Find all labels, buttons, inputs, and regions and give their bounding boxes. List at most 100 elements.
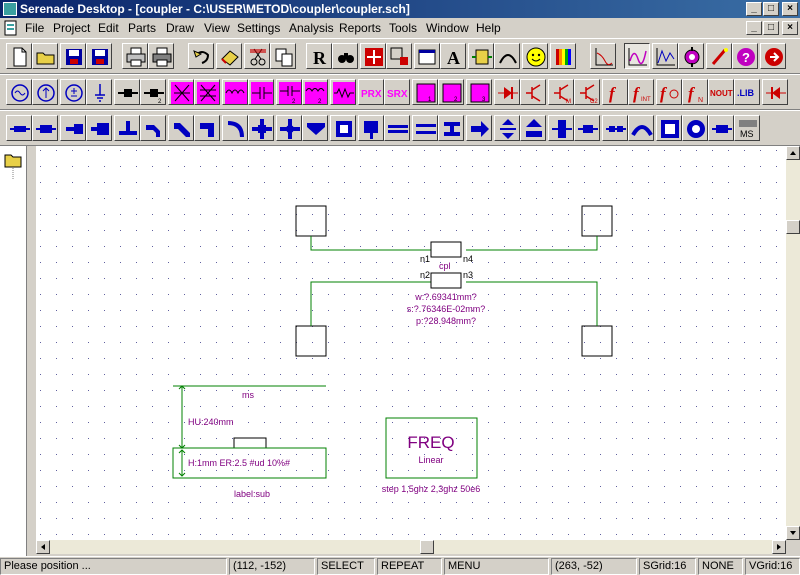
ms-tee2-button[interactable]: [520, 115, 546, 141]
function-button[interactable]: f: [602, 79, 628, 105]
ac-source-button[interactable]: [6, 79, 32, 105]
ms-step-button[interactable]: [60, 115, 86, 141]
help-button[interactable]: ?: [732, 43, 758, 69]
ms-ring-button[interactable]: [330, 115, 356, 141]
function-mult-button[interactable]: f: [656, 79, 682, 105]
minimize-button[interactable]: _: [746, 2, 762, 16]
menu-file[interactable]: File: [25, 21, 44, 35]
status-repeat[interactable]: REPEAT: [377, 558, 442, 575]
scroll-up-button[interactable]: [786, 146, 800, 160]
resistor-button[interactable]: R: [306, 43, 332, 69]
zoom-fit-button[interactable]: [360, 43, 386, 69]
block2-button[interactable]: 2: [438, 79, 464, 105]
menu-settings[interactable]: Settings: [237, 21, 280, 35]
ms-corner-button[interactable]: [194, 115, 220, 141]
vertical-scroll-thumb[interactable]: [786, 220, 800, 234]
close-button[interactable]: ×: [782, 2, 798, 16]
tune-button[interactable]: [706, 43, 732, 69]
ms-bend-button[interactable]: [140, 115, 166, 141]
status-menu[interactable]: MENU: [444, 558, 549, 575]
transistor-m-button[interactable]: M: [548, 79, 574, 105]
ms-cross2-button[interactable]: [276, 115, 302, 141]
open-file-button[interactable]: [32, 43, 58, 69]
child-minimize-button[interactable]: _: [746, 21, 762, 35]
graph-button[interactable]: [590, 43, 616, 69]
coupled-line2-button[interactable]: [194, 79, 220, 105]
menu-project[interactable]: Project: [53, 21, 90, 35]
ms-step2-button[interactable]: [86, 115, 112, 141]
menu-analysis[interactable]: Analysis: [289, 21, 334, 35]
print-setup-button[interactable]: [148, 43, 174, 69]
save-button[interactable]: [60, 43, 86, 69]
smiley-button[interactable]: [522, 43, 548, 69]
ms-taper-button[interactable]: [494, 115, 520, 141]
window-button[interactable]: [414, 43, 440, 69]
document-icon[interactable]: [3, 20, 19, 36]
diode-button[interactable]: [494, 79, 520, 105]
transistor-button[interactable]: [520, 79, 546, 105]
text-button[interactable]: A: [440, 43, 466, 69]
ms-arrow-button[interactable]: [466, 115, 492, 141]
coupler-line-bottom[interactable]: [430, 272, 462, 289]
scroll-right-button[interactable]: [772, 540, 786, 554]
ms-bend2-button[interactable]: [168, 115, 194, 141]
ms-line2-button[interactable]: [32, 115, 58, 141]
menu-edit[interactable]: Edit: [98, 21, 119, 35]
scroll-left-button[interactable]: [36, 540, 50, 554]
cut-button[interactable]: [244, 43, 270, 69]
ms-tee-button[interactable]: [114, 115, 140, 141]
two-port-labeled-button[interactable]: 2: [140, 79, 166, 105]
ms-ring2-button[interactable]: [682, 115, 708, 141]
copy-button[interactable]: [270, 43, 296, 69]
forward-button[interactable]: [760, 43, 786, 69]
ms-junction-button[interactable]: [302, 115, 328, 141]
new-file-button[interactable]: [6, 43, 32, 69]
horizontal-scrollbar[interactable]: [36, 540, 786, 554]
undo-button[interactable]: [188, 43, 214, 69]
arc-button[interactable]: [494, 43, 520, 69]
scroll-down-button[interactable]: [786, 526, 800, 540]
folder-icon[interactable]: [3, 151, 27, 181]
menu-draw[interactable]: Draw: [166, 21, 194, 35]
ms-open-button[interactable]: [358, 115, 384, 141]
function-int-button[interactable]: f INT: [628, 79, 654, 105]
eraser-button[interactable]: [216, 43, 242, 69]
function-n-button[interactable]: fN: [682, 79, 708, 105]
menu-parts[interactable]: Parts: [128, 21, 156, 35]
ms-line1-button[interactable]: [6, 115, 32, 141]
status-select[interactable]: SELECT: [317, 558, 375, 575]
capacitor2-button[interactable]: 2: [276, 79, 302, 105]
zoom-area-button[interactable]: [386, 43, 412, 69]
inductor2-button[interactable]: 2: [302, 79, 328, 105]
analysis-button[interactable]: [652, 43, 678, 69]
substrate-strip[interactable]: [233, 437, 267, 449]
ms-arc-button[interactable]: [628, 115, 654, 141]
project-tree-panel[interactable]: [0, 146, 27, 556]
ms-curve-button[interactable]: [222, 115, 248, 141]
srx-button[interactable]: SRX: [384, 79, 410, 105]
coupler-line-top[interactable]: [430, 241, 462, 258]
coupled-line-button[interactable]: [168, 79, 194, 105]
ms-short-button[interactable]: [602, 115, 628, 141]
ms-coupled-button[interactable]: [412, 115, 438, 141]
lib-button[interactable]: .LIB: [734, 79, 760, 105]
diode2-button[interactable]: [762, 79, 788, 105]
ms-stub-button[interactable]: [548, 115, 574, 141]
horizontal-scroll-thumb[interactable]: [420, 540, 434, 554]
ground-button[interactable]: [86, 79, 112, 105]
block1-button[interactable]: 1: [412, 79, 438, 105]
two-port-button[interactable]: [114, 79, 140, 105]
print-button[interactable]: [122, 43, 148, 69]
transistor-c2-button[interactable]: C2: [574, 79, 600, 105]
resistor-comp-button[interactable]: [330, 79, 356, 105]
block3-button[interactable]: 3: [466, 79, 492, 105]
ms-substrate-button[interactable]: MS: [734, 115, 760, 141]
vertical-scrollbar[interactable]: [786, 146, 800, 540]
save-all-button[interactable]: [86, 43, 112, 69]
ms-line3-button[interactable]: [708, 115, 734, 141]
optimize-button[interactable]: [678, 43, 704, 69]
schematic-canvas[interactable]: n1 n4 n2 n3 cpl w:?.69341mm? s:?.76346E-…: [36, 146, 786, 540]
menu-view[interactable]: View: [204, 21, 230, 35]
color-palette-button[interactable]: [550, 43, 576, 69]
ms-via-button[interactable]: [574, 115, 600, 141]
